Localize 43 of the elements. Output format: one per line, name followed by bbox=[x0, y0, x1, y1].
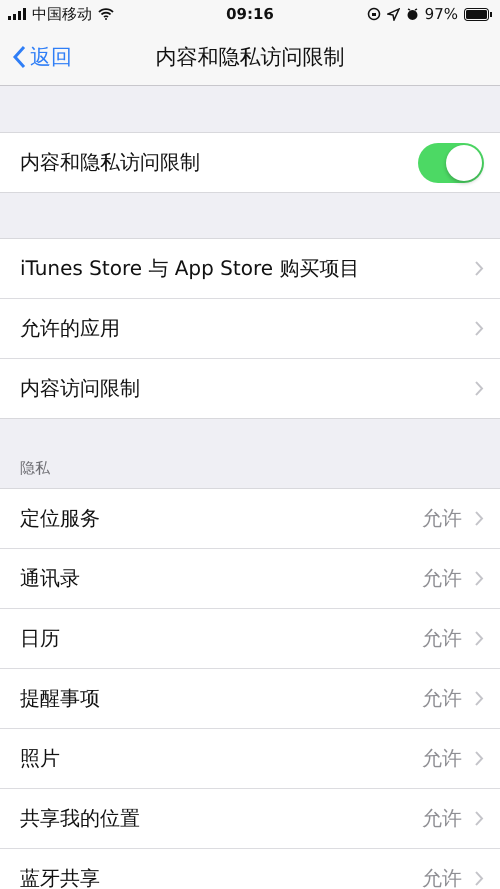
chevron-icon bbox=[474, 870, 484, 887]
alarm-clock-icon bbox=[406, 7, 419, 21]
row-label: 蓝牙共享 bbox=[20, 865, 101, 889]
back-button[interactable]: 返回 bbox=[0, 42, 72, 70]
rotation-lock-icon bbox=[366, 7, 381, 21]
carrier-name: 中国移动 bbox=[32, 4, 92, 24]
chevron-icon bbox=[474, 380, 484, 397]
chevron-icon bbox=[474, 320, 484, 337]
chevron-icon bbox=[474, 630, 484, 647]
chevron-icon bbox=[474, 510, 484, 527]
row-value: 允许 bbox=[422, 625, 462, 652]
row-value: 允许 bbox=[422, 745, 462, 772]
row-label: 允许的应用 bbox=[20, 315, 121, 342]
toggle-switch[interactable] bbox=[418, 142, 484, 182]
row-value: 允许 bbox=[422, 565, 462, 592]
chevron-icon bbox=[474, 570, 484, 587]
signal-icon bbox=[8, 8, 26, 20]
row-label: 通讯录 bbox=[20, 565, 81, 592]
chevron-icon bbox=[474, 260, 484, 277]
row-label: 照片 bbox=[20, 745, 61, 772]
row-label: 共享我的位置 bbox=[20, 805, 141, 832]
status-time: 09:16 bbox=[226, 5, 274, 23]
chevron-icon bbox=[474, 690, 484, 707]
row-label: 内容访问限制 bbox=[20, 375, 141, 402]
back-chevron-icon bbox=[12, 44, 26, 68]
settings-row[interactable]: 蓝牙共享 允许 bbox=[0, 848, 500, 889]
row-value: 允许 bbox=[422, 685, 462, 712]
battery-percent: 97% bbox=[424, 5, 458, 23]
row-label: 定位服务 bbox=[20, 505, 101, 532]
row-value: 允许 bbox=[422, 805, 462, 832]
row-label: iTunes Store 与 App Store 购买项目 bbox=[20, 255, 360, 282]
row-label: 日历 bbox=[20, 625, 61, 652]
row-label: 提醒事项 bbox=[20, 685, 101, 712]
chevron-icon bbox=[474, 810, 484, 827]
row-label: 内容和隐私访问限制 bbox=[20, 149, 201, 176]
row-value: 允许 bbox=[422, 865, 462, 889]
location-arrow-icon bbox=[386, 8, 400, 20]
page-title: 内容和隐私访问限制 bbox=[156, 44, 344, 70]
battery-icon bbox=[464, 8, 492, 20]
wifi-icon bbox=[98, 8, 114, 20]
chevron-icon bbox=[474, 750, 484, 767]
row-value: 允许 bbox=[422, 505, 462, 532]
section-header: 隐私 bbox=[19, 458, 51, 479]
